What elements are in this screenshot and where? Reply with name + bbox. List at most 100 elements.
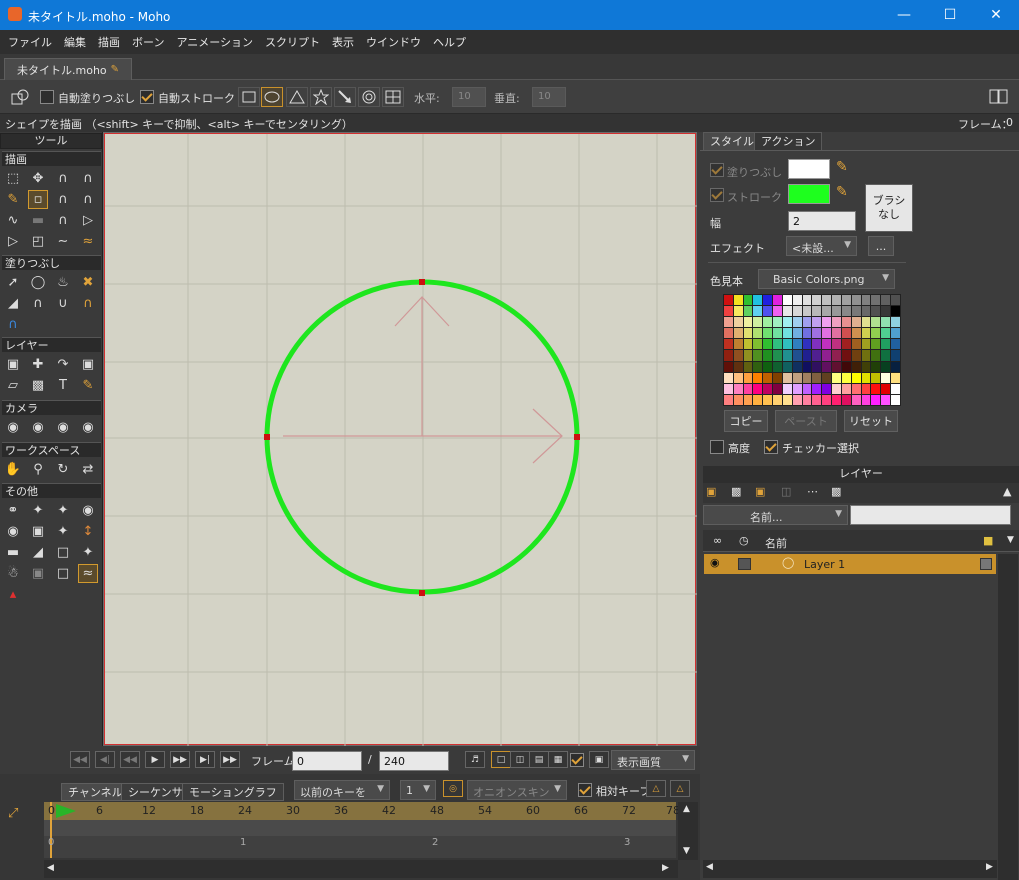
- step-back-key-button[interactable]: ◀|: [95, 751, 115, 768]
- palette-swatch[interactable]: [841, 328, 851, 339]
- palette-swatch[interactable]: [763, 317, 773, 328]
- palette-swatch[interactable]: [891, 306, 900, 317]
- palette-swatch[interactable]: [763, 328, 773, 339]
- stroke-checkbox[interactable]: [710, 188, 724, 202]
- palette-swatch[interactable]: [881, 383, 891, 394]
- palette-swatch[interactable]: [822, 306, 832, 317]
- palette-swatch[interactable]: [802, 372, 812, 383]
- particle-icon[interactable]: ✦: [78, 543, 98, 562]
- palette-swatch[interactable]: [861, 339, 871, 350]
- zoom-camera-icon[interactable]: ◉: [28, 418, 48, 437]
- palette-swatch[interactable]: [792, 295, 802, 306]
- collapse-up-icon[interactable]: ▲: [1003, 485, 1011, 498]
- palette-swatch[interactable]: [841, 306, 851, 317]
- drawing-canvas[interactable]: [104, 133, 697, 746]
- auto-stroke-checkbox[interactable]: [140, 90, 154, 104]
- tab-style[interactable]: スタイル: [703, 132, 761, 150]
- noise-icon[interactable]: ≈: [78, 232, 98, 251]
- expand-icon[interactable]: ⤢: [8, 806, 18, 821]
- play-button[interactable]: ▶: [145, 751, 165, 768]
- palette-swatch[interactable]: [763, 295, 773, 306]
- palette-swatch[interactable]: [792, 328, 802, 339]
- palette-swatch[interactable]: [792, 317, 802, 328]
- palette-swatch[interactable]: [832, 317, 841, 328]
- freehand-icon[interactable]: ✎: [3, 190, 23, 209]
- palette-swatch[interactable]: [802, 339, 812, 350]
- palette-swatch[interactable]: [773, 328, 782, 339]
- palette-swatch[interactable]: [851, 339, 861, 350]
- palette-swatch[interactable]: [881, 317, 891, 328]
- layer-sort-dropdown[interactable]: 名前...: [703, 505, 848, 525]
- step-forward-button[interactable]: ▶▶: [170, 751, 190, 768]
- bone-rotate-icon[interactable]: ✦: [53, 501, 73, 520]
- curve-profile-icon[interactable]: ∩: [78, 294, 98, 313]
- palette-swatch[interactable]: [891, 339, 900, 350]
- palette-swatch[interactable]: [773, 372, 782, 383]
- palette-swatch[interactable]: [851, 350, 861, 361]
- rectangle-shape-button[interactable]: [238, 87, 260, 107]
- paint-bucket-icon[interactable]: ♨: [53, 273, 73, 292]
- palette-swatch[interactable]: [871, 372, 881, 383]
- preview-checkbox[interactable]: [570, 753, 584, 767]
- image-icon[interactable]: ▣: [28, 564, 48, 583]
- column-menu-icon[interactable]: ▼: [1007, 535, 1014, 545]
- palette-swatch[interactable]: [841, 317, 851, 328]
- point-top[interactable]: [419, 279, 425, 285]
- duplicate-layer-icon[interactable]: ▩: [731, 485, 741, 498]
- copy-button[interactable]: コピー: [724, 410, 768, 432]
- document-tab[interactable]: 未タイトル.moho ✎: [4, 58, 133, 80]
- palette-swatch[interactable]: [881, 350, 891, 361]
- palette-swatch[interactable]: [773, 383, 782, 394]
- palette-swatch[interactable]: [743, 328, 753, 339]
- palette-swatch[interactable]: [733, 394, 743, 405]
- palette-swatch[interactable]: [733, 317, 743, 328]
- vertical-input[interactable]: 10: [532, 87, 566, 107]
- hand-icon[interactable]: ✋: [3, 460, 23, 479]
- palette-swatch[interactable]: [753, 295, 763, 306]
- palette-swatch[interactable]: [861, 383, 871, 394]
- maximize-button[interactable]: ☐: [927, 0, 973, 30]
- perspective-icon[interactable]: ▷: [78, 211, 98, 230]
- palette-swatch[interactable]: [753, 317, 763, 328]
- palette-swatch[interactable]: [733, 361, 743, 372]
- transform-points-icon[interactable]: ✥: [28, 169, 48, 188]
- offset-icon[interactable]: ▬: [3, 543, 23, 562]
- view-single-icon[interactable]: □: [491, 751, 511, 768]
- quality-dropdown[interactable]: 表示画質: [611, 750, 695, 770]
- step-back-button[interactable]: ◀◀: [120, 751, 140, 768]
- palette-swatch[interactable]: [753, 350, 763, 361]
- roll-camera-icon[interactable]: ◉: [53, 418, 73, 437]
- palette-swatch[interactable]: [724, 372, 733, 383]
- palette-swatch[interactable]: [802, 317, 812, 328]
- paste-button[interactable]: ペースト: [775, 410, 837, 432]
- palette-swatch[interactable]: [881, 339, 891, 350]
- palette-swatch[interactable]: [881, 295, 891, 306]
- warp-icon[interactable]: ∼: [53, 232, 73, 251]
- scale-layer-icon[interactable]: ▣: [78, 355, 98, 374]
- menu-view[interactable]: 表示: [326, 34, 360, 50]
- view-quad-icon[interactable]: ▦: [548, 751, 568, 768]
- point-bottom[interactable]: [419, 590, 425, 596]
- palette-swatch[interactable]: [792, 306, 802, 317]
- palette-swatch[interactable]: [753, 328, 763, 339]
- palette-swatch[interactable]: [832, 339, 841, 350]
- shear-icon[interactable]: ▷: [3, 232, 23, 251]
- palette-swatch[interactable]: [891, 328, 900, 339]
- palette-swatch[interactable]: [802, 328, 812, 339]
- safe-frame-icon[interactable]: ▣: [589, 751, 609, 768]
- switch-layer-icon[interactable]: ▩: [28, 376, 48, 395]
- key-interp-icon[interactable]: △: [646, 780, 666, 797]
- palette-swatch[interactable]: [743, 372, 753, 383]
- shape-select-icon[interactable]: [10, 88, 32, 106]
- palette-swatch[interactable]: [782, 361, 792, 372]
- add-point-icon[interactable]: ∩: [53, 169, 73, 188]
- seconds-track[interactable]: 0 1 2 3: [44, 836, 676, 858]
- palette-swatch[interactable]: [832, 372, 841, 383]
- palette-swatch[interactable]: [861, 328, 871, 339]
- palette-swatch[interactable]: [763, 383, 773, 394]
- palette-swatch[interactable]: [743, 295, 753, 306]
- layer-visibility-icon[interactable]: ◉: [710, 556, 720, 569]
- fill-checkbox[interactable]: [710, 163, 724, 177]
- layer-search-input[interactable]: [850, 505, 1011, 525]
- visibility-icon[interactable]: ◉: [3, 522, 23, 541]
